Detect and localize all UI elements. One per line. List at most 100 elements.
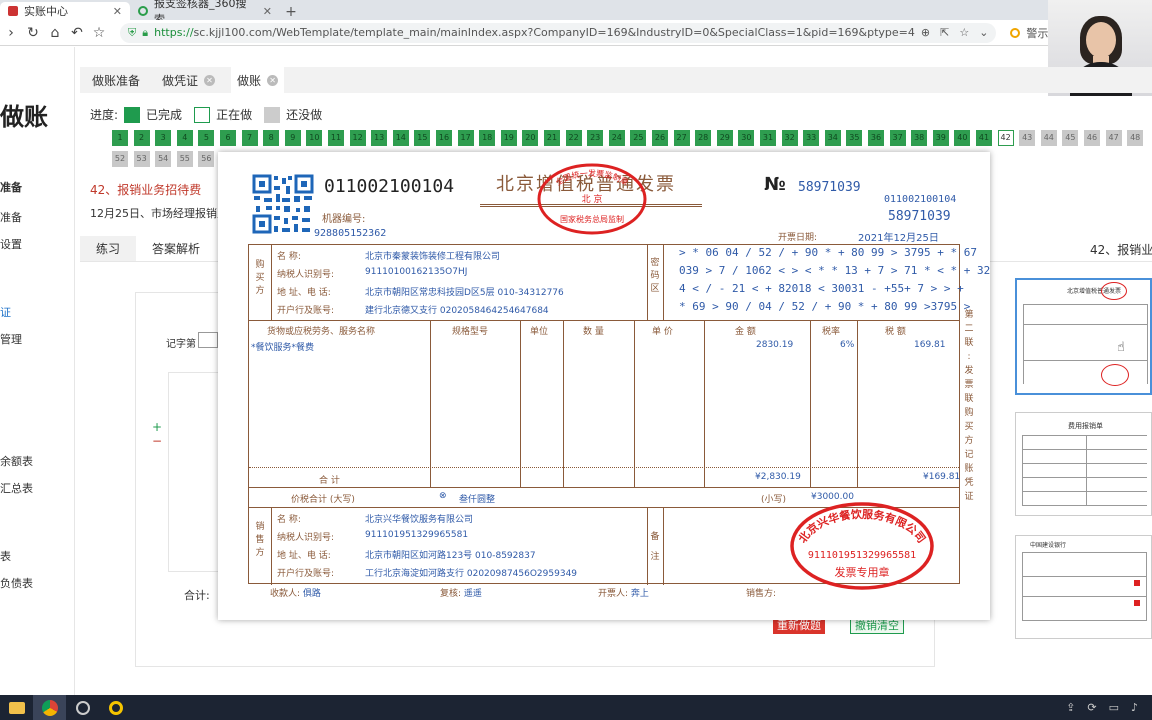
progress-step-2[interactable]: 2 xyxy=(133,130,150,146)
360-browser-icon[interactable] xyxy=(99,695,132,720)
tab-bookkeeping[interactable]: 做账 ✕ xyxy=(231,67,285,93)
progress-step-12[interactable]: 12 xyxy=(349,130,366,146)
tab-prepare[interactable]: 做账准备 xyxy=(86,67,146,93)
progress-step-48[interactable]: 48 xyxy=(1127,130,1144,146)
progress-step-36[interactable]: 36 xyxy=(868,130,884,146)
progress-step-10[interactable]: 10 xyxy=(306,130,323,146)
url-field[interactable]: ⛨ 🔒︎ https://sc.kjjl100.com/WebTemplate/… xyxy=(120,22,997,43)
progress-step-21[interactable]: 21 xyxy=(544,130,560,146)
progress-step-5[interactable]: 5 xyxy=(198,130,215,146)
close-tab-icon[interactable]: ✕ xyxy=(263,5,272,18)
home-icon[interactable]: ⌂ xyxy=(44,25,66,41)
close-icon[interactable]: ✕ xyxy=(204,74,216,86)
progress-step-40[interactable]: 40 xyxy=(954,130,971,146)
progress-step-44[interactable]: 44 xyxy=(1040,130,1057,146)
chrome-icon[interactable] xyxy=(33,695,66,720)
progress-step-19[interactable]: 19 xyxy=(500,130,517,146)
progress-step-33[interactable]: 33 xyxy=(803,130,820,146)
zoom-icon[interactable]: ⊕ xyxy=(921,26,930,39)
progress-step-31[interactable]: 31 xyxy=(760,130,776,146)
remove-row-icon[interactable]: − xyxy=(152,434,162,448)
progress-step-18[interactable]: 18 xyxy=(479,130,496,146)
tray-sync-icon[interactable]: ⟳ xyxy=(1087,701,1096,714)
progress-step-47[interactable]: 47 xyxy=(1105,130,1122,146)
sidebar-item[interactable]: 准备 xyxy=(0,179,22,195)
progress-step-24[interactable]: 24 xyxy=(608,130,625,146)
undo-icon[interactable]: ↶ xyxy=(66,25,88,41)
tray-battery-icon[interactable]: ▭ xyxy=(1109,701,1119,714)
reload-icon[interactable]: ↻ xyxy=(22,25,44,41)
browser-tab-active[interactable]: 实账中心 ✕ xyxy=(0,2,130,20)
progress-step-17[interactable]: 17 xyxy=(457,130,474,146)
file-explorer-icon[interactable] xyxy=(0,695,33,720)
progress-step-3[interactable]: 3 xyxy=(155,130,172,146)
progress-step-8[interactable]: 8 xyxy=(263,130,280,146)
browser-tab-2[interactable]: 报支签核器_360搜索 ✕ xyxy=(130,0,280,26)
new-tab-icon[interactable]: + xyxy=(280,4,302,20)
progress-step-25[interactable]: 25 xyxy=(630,130,647,146)
progress-step-16[interactable]: 16 xyxy=(436,130,452,146)
progress-step-13[interactable]: 13 xyxy=(371,130,388,146)
progress-step-55[interactable]: 55 xyxy=(176,151,193,167)
progress-step-34[interactable]: 34 xyxy=(824,130,841,146)
thumbnail-expense[interactable]: 费用报销单 xyxy=(1015,412,1152,516)
forward-icon[interactable]: › xyxy=(0,25,22,41)
progress-step-9[interactable]: 9 xyxy=(284,130,301,146)
progress-step-42[interactable]: 42 xyxy=(997,130,1014,146)
progress-step-39[interactable]: 39 xyxy=(932,130,949,146)
progress-step-54[interactable]: 54 xyxy=(155,151,172,167)
bookmark-star-icon[interactable]: ☆ xyxy=(959,26,969,39)
thumbnail-invoice[interactable]: 北京增值税普通发票 ☝ xyxy=(1015,278,1152,395)
sidebar-item[interactable]: 汇总表 xyxy=(0,480,33,496)
progress-step-29[interactable]: 29 xyxy=(716,130,733,146)
progress-step-27[interactable]: 27 xyxy=(673,130,690,146)
share-icon[interactable]: ⇱ xyxy=(940,26,949,39)
progress-step-46[interactable]: 46 xyxy=(1084,130,1100,146)
progress-step-23[interactable]: 23 xyxy=(587,130,604,146)
progress-step-1[interactable]: 1 xyxy=(112,130,128,146)
progress-step-43[interactable]: 43 xyxy=(1019,130,1036,146)
tab-answer[interactable]: 答案解析 xyxy=(136,236,216,261)
progress-step-30[interactable]: 30 xyxy=(738,130,755,146)
tab-voucher[interactable]: 做凭证 ✕ xyxy=(156,67,221,93)
tray-volume-icon[interactable]: ♪ xyxy=(1131,701,1138,714)
progress-step-38[interactable]: 38 xyxy=(911,130,928,146)
sidebar-item[interactable]: 表 xyxy=(0,548,11,564)
thumbnail-bank[interactable]: 中国建设银行 xyxy=(1015,535,1152,639)
add-row-icon[interactable]: + xyxy=(152,420,162,434)
progress-step-11[interactable]: 11 xyxy=(328,130,344,146)
sidebar-item[interactable]: 管理 xyxy=(0,331,22,347)
dropdown-icon[interactable]: ⌄ xyxy=(979,26,988,39)
progress-step-22[interactable]: 22 xyxy=(565,130,582,146)
voucher-number-input[interactable] xyxy=(198,332,218,348)
sidebar-item[interactable]: 余额表 xyxy=(0,453,33,469)
close-tab-icon[interactable]: ✕ xyxy=(113,5,122,18)
progress-step-20[interactable]: 20 xyxy=(522,130,539,146)
close-icon[interactable]: ✕ xyxy=(267,74,279,86)
star-icon[interactable]: ☆ xyxy=(88,25,110,41)
tab-practice[interactable]: 练习 xyxy=(80,236,137,261)
progress-step-15[interactable]: 15 xyxy=(414,130,431,146)
progress-step-37[interactable]: 37 xyxy=(889,130,906,146)
progress-step-41[interactable]: 41 xyxy=(976,130,992,146)
clock-app-icon[interactable] xyxy=(66,695,99,720)
progress-step-7[interactable]: 7 xyxy=(241,130,258,146)
progress-step-4[interactable]: 4 xyxy=(176,130,193,146)
progress-step-35[interactable]: 35 xyxy=(846,130,863,146)
progress-step-56[interactable]: 56 xyxy=(198,151,215,167)
progress-step-14[interactable]: 14 xyxy=(392,130,409,146)
progress-step-6[interactable]: 6 xyxy=(220,130,236,146)
progress-step-45[interactable]: 45 xyxy=(1062,130,1079,146)
progress-step-26[interactable]: 26 xyxy=(652,130,668,146)
progress-step-52[interactable]: 52 xyxy=(112,151,128,167)
redo-button[interactable]: 重新做题 xyxy=(773,618,825,634)
sidebar-item[interactable]: 负债表 xyxy=(0,575,33,591)
sidebar-item[interactable]: 准备 xyxy=(0,209,22,225)
progress-step-53[interactable]: 53 xyxy=(133,151,150,167)
progress-step-32[interactable]: 32 xyxy=(781,130,798,146)
sidebar-item-active[interactable]: 证 xyxy=(0,304,11,320)
clear-button[interactable]: 撤销清空 xyxy=(850,618,904,634)
progress-step-28[interactable]: 28 xyxy=(695,130,712,146)
sidebar-item[interactable]: 设置 xyxy=(0,236,22,252)
tray-network-icon[interactable]: ⇪ xyxy=(1066,701,1075,714)
